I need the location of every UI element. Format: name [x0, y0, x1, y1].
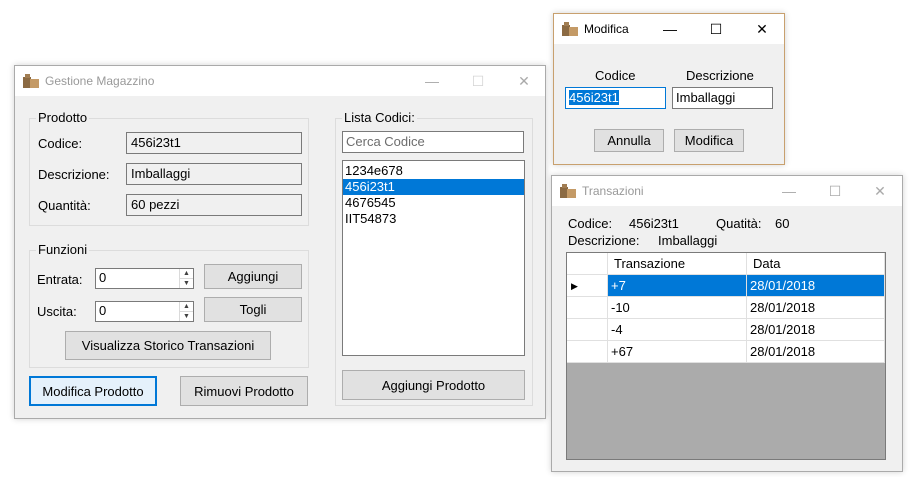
table-row[interactable]: -10 28/01/2018 — [567, 297, 885, 319]
close-icon[interactable]: ✕ — [501, 66, 547, 96]
minimize-icon[interactable]: — — [766, 176, 812, 206]
warehouse-boxes-icon — [23, 74, 39, 88]
entrata-label: Entrata: — [37, 272, 83, 287]
descrizione-input-value[interactable]: Imballaggi — [676, 90, 735, 105]
spin-up-icon[interactable]: ▲ — [180, 302, 193, 312]
annulla-button[interactable]: Annulla — [594, 129, 664, 152]
window-title: Modifica — [584, 22, 629, 36]
descrizione-value: Imballaggi — [658, 233, 718, 248]
column-header-transazione[interactable]: Transazione — [608, 253, 747, 275]
aggiungi-button[interactable]: Aggiungi — [204, 264, 302, 289]
cell-transazione[interactable]: -10 — [608, 297, 747, 319]
grid-corner-cell[interactable] — [567, 253, 608, 275]
codice-label: Codice: — [568, 216, 613, 231]
codici-listbox[interactable]: 1234e678 456i23t1 4676545 IIT54873 — [342, 160, 525, 356]
cerca-codice-placeholder: Cerca Codice — [346, 134, 425, 149]
spin-down-icon[interactable]: ▼ — [180, 312, 193, 322]
list-item[interactable]: IIT54873 — [343, 211, 524, 227]
funzioni-group-title: Funzioni — [36, 242, 90, 257]
maximize-icon[interactable]: ☐ — [455, 66, 501, 96]
codice-input-value[interactable]: 456i23t1 — [569, 90, 619, 105]
togli-button[interactable]: Togli — [204, 297, 302, 322]
main-window: Gestione Magazzino — ☐ ✕ Prodotto Codice… — [14, 65, 546, 419]
minimize-icon[interactable]: — — [647, 14, 693, 44]
warehouse-boxes-icon — [562, 22, 578, 36]
column-header-data[interactable]: Data — [747, 253, 885, 275]
cell-data[interactable]: 28/01/2018 — [747, 297, 885, 319]
list-item[interactable]: 4676545 — [343, 195, 524, 211]
modifica-button[interactable]: Modifica — [674, 129, 744, 152]
quantita-value: 60 — [775, 216, 790, 231]
entrata-spin[interactable]: ▲ ▼ — [179, 269, 193, 288]
cell-transazione[interactable]: +67 — [608, 341, 747, 363]
uscita-value[interactable]: 0 — [99, 303, 106, 318]
descrizione-label: Descrizione: — [38, 167, 110, 182]
modifica-titlebar[interactable]: Modifica — ☐ ✕ — [554, 14, 784, 44]
transazioni-window: Transazioni — ☐ ✕ Codice: 456i23t1 Quati… — [551, 175, 903, 472]
descrizione-input[interactable]: Imballaggi — [672, 87, 773, 109]
cell-data[interactable]: 28/01/2018 — [747, 341, 885, 363]
maximize-icon[interactable]: ☐ — [812, 176, 858, 206]
cell-data[interactable]: 28/01/2018 — [747, 319, 885, 341]
entrata-value[interactable]: 0 — [99, 270, 106, 285]
descrizione-field: Imballaggi — [126, 163, 302, 185]
entrata-stepper[interactable]: 0 ▲ ▼ — [95, 268, 194, 289]
descrizione-header: Descrizione — [686, 68, 754, 83]
codice-label: Codice: — [38, 136, 83, 151]
uscita-spin[interactable]: ▲ ▼ — [179, 302, 193, 321]
close-icon[interactable]: ✕ — [739, 14, 785, 44]
window-title: Gestione Magazzino — [45, 74, 155, 88]
quantita-field: 60 pezzi — [126, 194, 302, 216]
warehouse-boxes-icon — [560, 184, 576, 198]
codice-value: 456i23t1 — [629, 216, 679, 231]
list-item[interactable]: 456i23t1 — [343, 179, 524, 195]
close-icon[interactable]: ✕ — [857, 176, 903, 206]
codice-input[interactable]: 456i23t1 — [565, 87, 666, 109]
aggiungi-prodotto-button[interactable]: Aggiungi Prodotto — [342, 370, 525, 400]
modifica-window: Modifica — ☐ ✕ Codice Descrizione 456i23… — [553, 13, 785, 165]
quantita-label: Quantità: — [38, 198, 91, 213]
main-titlebar[interactable]: Gestione Magazzino — ☐ ✕ — [15, 66, 545, 96]
table-row[interactable]: +67 28/01/2018 — [567, 341, 885, 363]
descrizione-label: Descrizione: — [568, 233, 640, 248]
cell-transazione[interactable]: -4 — [608, 319, 747, 341]
modifica-prodotto-button[interactable]: Modifica Prodotto — [29, 376, 157, 406]
row-selector-arrow-icon[interactable]: ▶ — [567, 275, 608, 297]
cerca-codice-input[interactable]: Cerca Codice — [342, 131, 524, 153]
cell-transazione[interactable]: +7 — [608, 275, 747, 297]
rimuovi-prodotto-button[interactable]: Rimuovi Prodotto — [180, 376, 308, 406]
codice-header: Codice — [595, 68, 636, 83]
cell-data[interactable]: 28/01/2018 — [747, 275, 885, 297]
window-title: Transazioni — [582, 184, 644, 198]
spin-up-icon[interactable]: ▲ — [180, 269, 193, 279]
transazioni-titlebar[interactable]: Transazioni — ☐ ✕ — [552, 176, 902, 206]
uscita-label: Uscita: — [37, 304, 77, 319]
quantita-label: Quatità: — [716, 216, 762, 231]
list-item[interactable]: 1234e678 — [343, 163, 524, 179]
lista-codici-group-title: Lista Codici: — [342, 110, 417, 125]
grid-header-row: Transazione Data — [567, 253, 885, 275]
table-row[interactable]: -4 28/01/2018 — [567, 319, 885, 341]
minimize-icon[interactable]: — — [409, 66, 455, 96]
maximize-icon[interactable]: ☐ — [693, 14, 739, 44]
prodotto-group-title: Prodotto — [36, 110, 90, 125]
row-header-cell[interactable] — [567, 297, 608, 319]
spin-down-icon[interactable]: ▼ — [180, 279, 193, 289]
uscita-stepper[interactable]: 0 ▲ ▼ — [95, 301, 194, 322]
storico-transazioni-button[interactable]: Visualizza Storico Transazioni — [65, 331, 271, 360]
transazioni-grid[interactable]: Transazione Data ▶ +7 28/01/2018 -10 28/… — [566, 252, 886, 460]
table-row[interactable]: ▶ +7 28/01/2018 — [567, 275, 885, 297]
row-header-cell[interactable] — [567, 319, 608, 341]
row-header-cell[interactable] — [567, 341, 608, 363]
codice-field: 456i23t1 — [126, 132, 302, 154]
